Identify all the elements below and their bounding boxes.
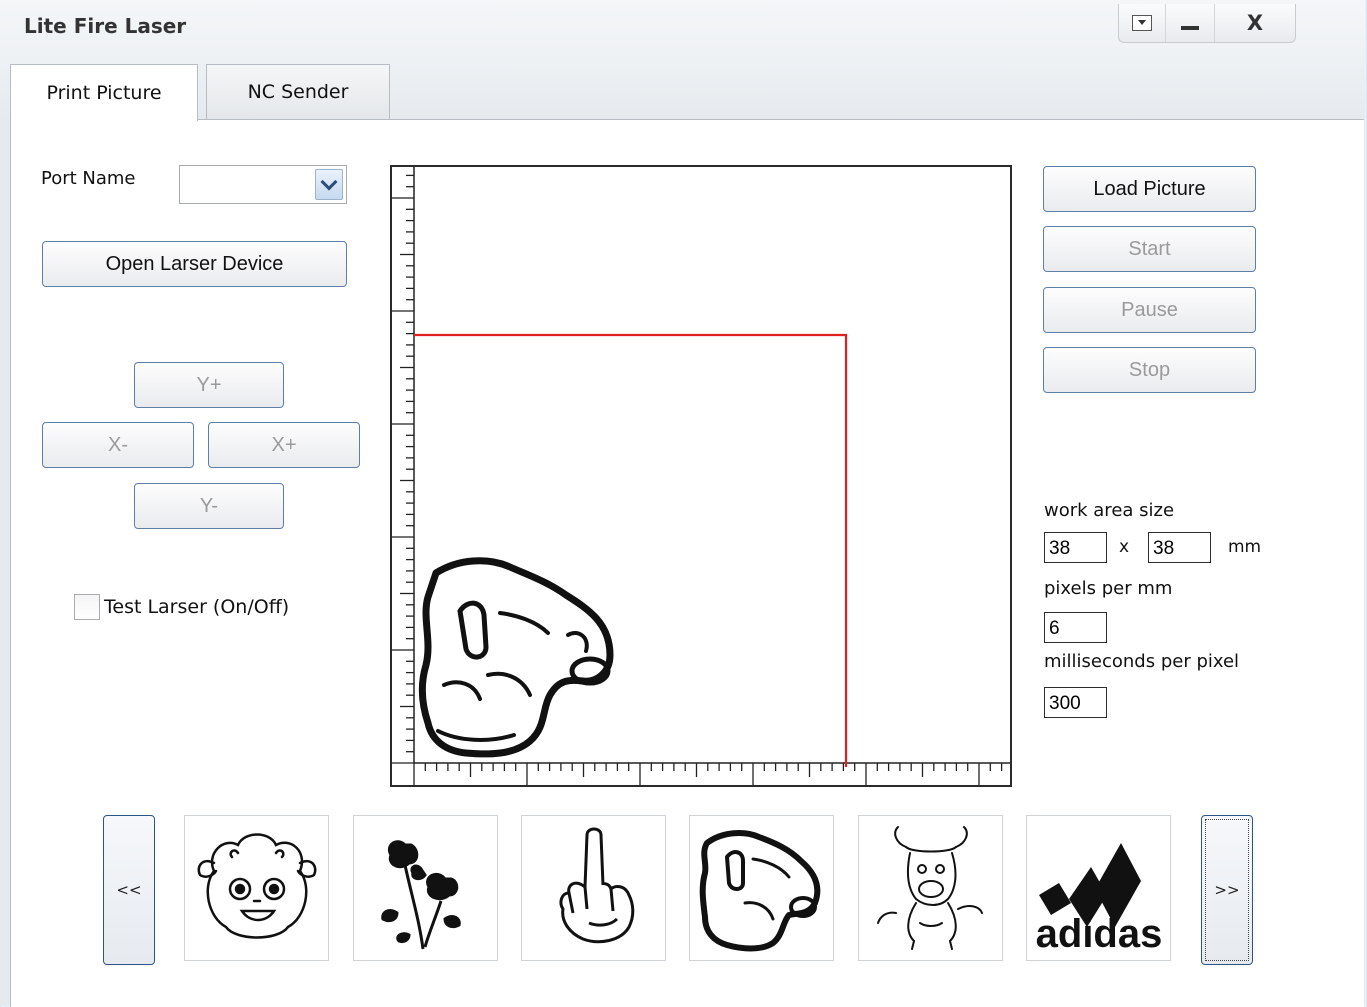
window-controls: X [1118,4,1296,43]
work-area-size-label: work area size [1044,500,1175,521]
pause-button[interactable]: Pause [1043,287,1256,333]
pointing-hand-image[interactable] [689,815,834,961]
app-window: Lite Fire Laser X Print Picture NC Sende… [0,0,1365,1007]
bull-cartoon-image[interactable] [858,815,1003,961]
stop-button[interactable]: Stop [1043,347,1256,393]
tab-nc-sender[interactable]: NC Sender [206,64,390,119]
tab-print-picture[interactable]: Print Picture [10,64,198,121]
pixels-per-mm-input[interactable] [1044,612,1107,643]
preview-svg [392,167,1010,785]
work-area-unit-label: mm [1228,537,1262,557]
window-title: Lite Fire Laser [24,14,187,38]
rose-image[interactable] [353,815,498,961]
port-name-select[interactable] [179,165,347,204]
test-laser-label: Test Larser (On/Off) [104,596,290,618]
work-area-times-label: x [1119,537,1130,557]
sheep-cartoon-image[interactable] [184,815,329,961]
start-button[interactable]: Start [1043,226,1256,272]
pixels-per-mm-label: pixels per mm [1044,578,1173,599]
port-name-label: Port Name [41,168,136,189]
x-plus-button[interactable]: X+ [208,422,360,468]
load-picture-button[interactable]: Load Picture [1043,166,1256,212]
pointing-hand-preview [418,557,614,758]
work-area-width-input[interactable] [1044,532,1107,563]
adidas-logo-image[interactable]: adidas [1026,815,1171,961]
x-minus-button[interactable]: X- [42,422,194,468]
ms-per-pixel-label: milliseconds per pixel [1044,651,1240,672]
title-bar: Lite Fire Laser X [0,0,1365,56]
ruler [392,174,1003,785]
work-area-outline [414,333,848,767]
y-minus-button[interactable]: Y- [134,483,284,529]
dropdown-icon[interactable] [1119,4,1166,42]
open-laser-device-button[interactable]: Open Larser Device [42,241,347,287]
adidas-text: adidas [1035,912,1162,953]
minimize-icon[interactable] [1166,4,1215,42]
chevron-down-icon[interactable] [315,169,343,200]
close-icon[interactable]: X [1215,4,1295,42]
gallery-prev-button[interactable]: << [103,815,155,965]
middle-finger-hand-image[interactable] [521,815,666,961]
gallery-next-button[interactable]: >> [1201,815,1253,965]
work-area-height-input[interactable] [1148,532,1211,563]
y-plus-button[interactable]: Y+ [134,362,284,408]
ms-per-pixel-input[interactable] [1044,687,1107,718]
print-preview-canvas[interactable] [390,165,1012,787]
test-laser-checkbox[interactable] [74,594,100,620]
